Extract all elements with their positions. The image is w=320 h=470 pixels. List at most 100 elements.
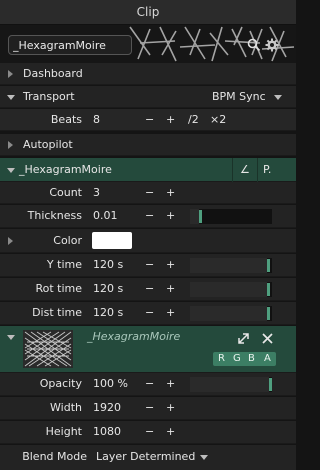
thickness-slider[interactable] — [190, 209, 272, 224]
search-icon[interactable] — [247, 38, 261, 52]
param-disttime: Dist time 120 s − + — [0, 302, 296, 325]
channel-buttons: R G B A — [213, 352, 276, 366]
triangle-down-icon[interactable] — [7, 335, 15, 340]
thickness-plus-button[interactable]: + — [166, 209, 175, 222]
opacity-plus-button[interactable]: + — [166, 377, 175, 390]
beats-double-button[interactable]: ×2 — [210, 113, 226, 126]
beats-minus-button[interactable]: − — [145, 113, 154, 126]
ytime-slider[interactable] — [190, 258, 272, 273]
slider-fill — [190, 306, 267, 321]
blend-mode-select[interactable]: Layer Determined — [96, 450, 195, 463]
slider-handle[interactable] — [267, 283, 270, 296]
chevron-down-icon[interactable] — [200, 455, 208, 460]
ytime-value[interactable]: 120 s — [93, 258, 123, 271]
opacity-label: Opacity — [39, 377, 82, 390]
section-autopilot-label: Autopilot — [23, 138, 73, 151]
layer-blend-mode: Blend Mode Layer Determined — [0, 445, 296, 470]
ytime-plus-button[interactable]: + — [166, 258, 175, 271]
section-effect-label: _HexagramMoire — [19, 163, 112, 176]
width-label: Width — [50, 401, 82, 414]
param-color: Color — [0, 229, 296, 253]
clip-header — [0, 25, 296, 63]
opacity-minus-button[interactable]: − — [145, 377, 154, 390]
slider-handle[interactable] — [267, 259, 270, 272]
close-icon[interactable] — [262, 333, 273, 344]
slider-handle[interactable] — [267, 307, 270, 320]
channel-a-button[interactable]: A — [264, 353, 271, 364]
transport-mode-select[interactable]: BPM Sync — [212, 90, 266, 103]
clip-card-name: _HexagramMoire — [87, 330, 181, 343]
thickness-value[interactable]: 0.01 — [93, 209, 118, 222]
blend-mode-label: Blend Mode — [22, 450, 87, 463]
thickness-label: Thickness — [27, 209, 82, 222]
width-plus-button[interactable]: + — [166, 401, 175, 414]
width-value[interactable]: 1920 — [93, 401, 121, 414]
beats-half-button[interactable]: /2 — [188, 113, 199, 126]
channel-r-button[interactable]: R — [218, 353, 225, 364]
expand-icon[interactable] — [238, 333, 249, 344]
channel-b-button[interactable]: B — [248, 353, 255, 364]
param-ytime: Y time 120 s − + — [0, 254, 296, 277]
opacity-slider[interactable] — [190, 377, 272, 392]
gear-icon[interactable] — [265, 38, 279, 52]
slider-fill — [190, 377, 269, 392]
triangle-right-icon[interactable] — [8, 237, 13, 245]
count-minus-button[interactable]: − — [145, 186, 154, 199]
section-effect[interactable]: _HexagramMoire ∠ P. — [0, 158, 296, 182]
effect-divider — [257, 158, 258, 182]
thickness-minus-button[interactable]: − — [145, 209, 154, 222]
slider-fill — [190, 209, 199, 224]
rottime-value[interactable]: 120 s — [93, 282, 123, 295]
height-plus-button[interactable]: + — [166, 425, 175, 438]
rottime-minus-button[interactable]: − — [145, 282, 154, 295]
section-autopilot[interactable]: Autopilot — [0, 134, 296, 156]
window-title: Clip — [136, 5, 160, 19]
width-minus-button[interactable]: − — [145, 401, 154, 414]
param-count: Count 3 − + — [0, 182, 296, 204]
title-bar: Clip — [0, 0, 296, 25]
rottime-slider[interactable] — [190, 282, 272, 297]
triangle-right-icon — [8, 70, 13, 78]
layer-height: Height 1080 − + — [0, 421, 296, 444]
ytime-minus-button[interactable]: − — [145, 258, 154, 271]
slider-fill — [190, 282, 267, 297]
beats-plus-button[interactable]: + — [166, 113, 175, 126]
height-label: Height — [45, 425, 82, 438]
beats-label: Beats — [50, 113, 82, 126]
clip-thumbnail — [23, 330, 73, 368]
triangle-right-icon — [8, 141, 13, 149]
height-value[interactable]: 1080 — [93, 425, 121, 438]
effect-angle-button[interactable]: ∠ — [240, 163, 250, 176]
channel-g-button[interactable]: G — [233, 353, 241, 364]
count-value[interactable]: 3 — [93, 186, 100, 199]
height-minus-button[interactable]: − — [145, 425, 154, 438]
opacity-value[interactable]: 100 % — [93, 377, 128, 390]
search-box[interactable] — [8, 35, 132, 55]
disttime-label: Dist time — [32, 306, 82, 319]
count-plus-button[interactable]: + — [166, 186, 175, 199]
count-label: Count — [49, 186, 82, 199]
color-label: Color — [53, 234, 82, 247]
beats-row: Beats 8 − + /2 ×2 — [0, 109, 296, 131]
section-transport[interactable]: Transport BPM Sync — [0, 86, 296, 108]
section-dashboard-label: Dashboard — [23, 67, 83, 80]
triangle-down-icon — [7, 168, 15, 173]
effect-preset-button[interactable]: P. — [263, 163, 271, 176]
param-thickness: Thickness 0.01 − + — [0, 205, 296, 228]
slider-handle[interactable] — [199, 210, 202, 223]
section-dashboard[interactable]: Dashboard — [0, 63, 296, 85]
param-rottime: Rot time 120 s − + — [0, 278, 296, 301]
disttime-plus-button[interactable]: + — [166, 306, 175, 319]
chevron-down-icon[interactable] — [274, 95, 282, 100]
disttime-minus-button[interactable]: − — [145, 306, 154, 319]
beats-value[interactable]: 8 — [93, 113, 100, 126]
slider-fill — [190, 258, 267, 273]
slider-handle[interactable] — [269, 378, 272, 391]
search-input[interactable] — [13, 37, 127, 53]
disttime-slider[interactable] — [190, 306, 272, 321]
rottime-plus-button[interactable]: + — [166, 282, 175, 295]
section-transport-label: Transport — [23, 90, 75, 103]
disttime-value[interactable]: 120 s — [93, 306, 123, 319]
color-swatch[interactable] — [92, 232, 132, 249]
rottime-label: Rot time — [35, 282, 82, 295]
